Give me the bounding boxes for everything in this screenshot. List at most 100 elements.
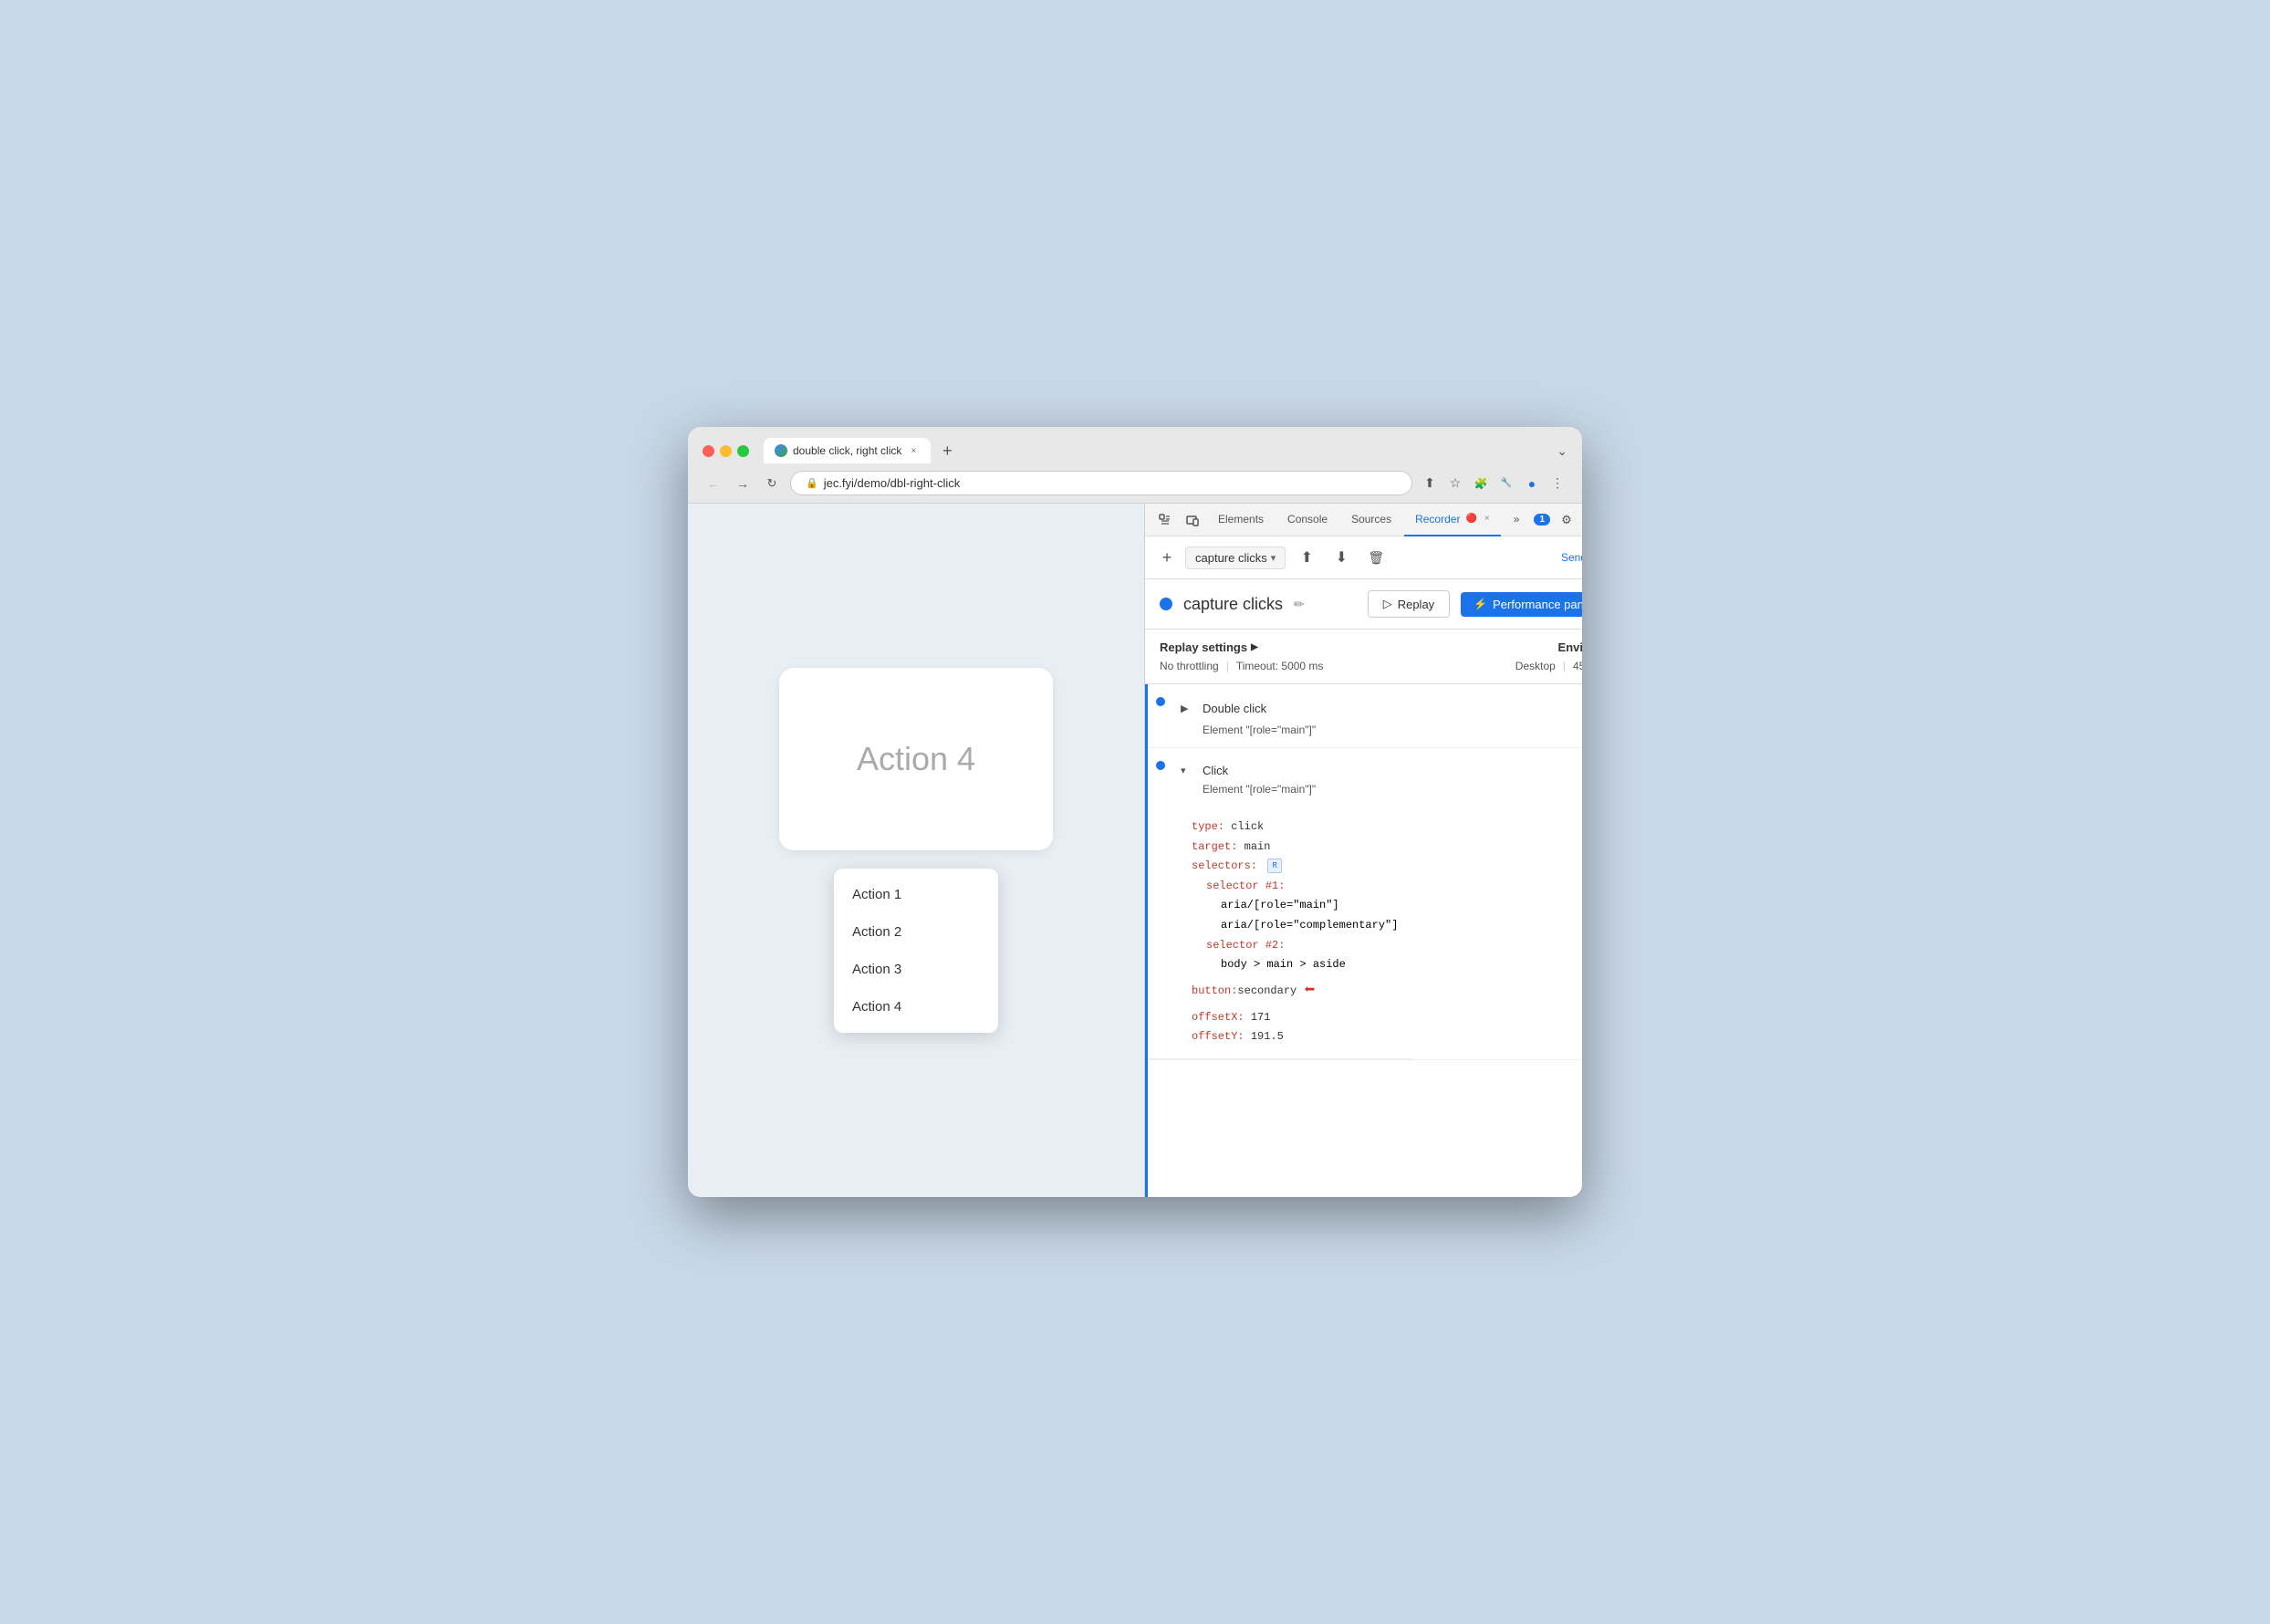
tab-elements[interactable]: Elements <box>1207 504 1275 536</box>
refresh-button[interactable]: ↻ <box>761 473 783 494</box>
settings-left: Replay settings ▶ No throttling | Timeou… <box>1160 640 1323 672</box>
settings-right: Environment Desktop | 458×566 px <box>1515 640 1582 672</box>
settings-area: Replay settings ▶ No throttling | Timeou… <box>1145 630 1582 684</box>
tab-console[interactable]: Console <box>1276 504 1338 536</box>
address-input[interactable]: 🔒 jec.fyi/demo/dbl-right-click <box>790 471 1412 495</box>
code-selector2-val1: body > main > aside <box>1192 955 1398 975</box>
menu-item-action1[interactable]: Action 1 <box>834 876 998 913</box>
recorder-toolbar: + capture clicks ▾ ⬆ ⬇ 🗑 Send feedback <box>1145 536 1582 579</box>
minimize-traffic-light[interactable] <box>720 445 732 457</box>
code-selector2-line: selector #2: <box>1192 936 1398 956</box>
element-picker-button[interactable] <box>1152 507 1178 533</box>
tab-more-button[interactable]: » <box>1503 504 1531 536</box>
recording-select[interactable]: capture clicks ▾ <box>1185 547 1286 569</box>
code-block: type: click target: main selectors: R <box>1148 807 1412 1059</box>
edit-recording-icon[interactable]: ✏ <box>1294 597 1305 612</box>
forward-button[interactable]: → <box>732 473 754 494</box>
step1-expand-icon[interactable]: ▶ <box>1181 703 1195 714</box>
forward-icon: → <box>736 476 749 491</box>
step-double-click: ▶ Double click ⋮ ⬅ Element "[role="main"… <box>1148 684 1582 748</box>
button-arrow-indicator: ⬅ <box>1304 975 1315 1008</box>
share-icon[interactable]: ⬆ <box>1420 474 1440 494</box>
code-selector1-key: selector #1: <box>1206 880 1285 892</box>
step1-subtitle: Element "[role="main"]" <box>1181 724 1582 736</box>
tab-sources[interactable]: Sources <box>1340 504 1402 536</box>
replay-settings-text: Replay settings <box>1160 640 1247 654</box>
action4-label: Action 4 <box>857 740 975 778</box>
step1-dot <box>1156 697 1165 706</box>
code-selector1-val1: aria/[role="main"] <box>1192 896 1398 916</box>
recording-title: capture clicks <box>1183 595 1283 614</box>
back-button[interactable]: ← <box>703 473 724 494</box>
code-offsety-line: offsetY: 191.5 <box>1192 1027 1398 1047</box>
import-button[interactable]: ⬇ <box>1328 544 1355 571</box>
add-icon: + <box>1162 548 1172 567</box>
menu-item-action4[interactable]: Action 4 <box>834 988 998 1025</box>
responsive-view-button[interactable] <box>1180 507 1205 533</box>
profile-icon[interactable]: ● <box>1522 474 1542 494</box>
maximize-traffic-light[interactable] <box>737 445 749 457</box>
performance-icon: ⚡ <box>1473 598 1487 610</box>
replay-settings-label[interactable]: Replay settings ▶ <box>1160 640 1323 654</box>
menu-item-action2[interactable]: Action 2 <box>834 913 998 951</box>
tab-bar: double click, right click × + <box>764 438 1549 463</box>
devtools-icon[interactable]: 🔧 <box>1496 474 1516 494</box>
step2-content: ▾ Click ⋮ Element "[role="main"]" <box>1173 748 1582 807</box>
active-tab[interactable]: double click, right click × <box>764 438 931 463</box>
back-icon: ← <box>707 476 720 491</box>
delete-button[interactable]: 🗑 <box>1362 544 1390 571</box>
new-tab-button[interactable]: + <box>934 438 960 463</box>
bookmark-icon[interactable]: ☆ <box>1445 474 1465 494</box>
performance-panel-label: Performance panel <box>1493 598 1582 611</box>
replay-button[interactable]: ▷ Replay <box>1368 590 1450 618</box>
menu-item-action3[interactable]: Action 3 <box>834 951 998 988</box>
code-offsetx-value: 171 <box>1251 1011 1271 1024</box>
tab-title: double click, right click <box>793 444 901 457</box>
devtools-settings-icon[interactable]: ⚙ <box>1554 507 1579 533</box>
step2-row: ▾ Click ⋮ Element "[role="main"]" <box>1148 748 1582 807</box>
console-badge: 1 <box>1534 514 1550 526</box>
action4-card: Action 4 <box>779 668 1053 850</box>
recording-select-label: capture clicks <box>1195 551 1267 565</box>
step1-menu-button[interactable]: ⋮ <box>1576 698 1582 720</box>
close-traffic-light[interactable] <box>703 445 714 457</box>
code-button-key: button: <box>1192 982 1237 1002</box>
send-feedback-link[interactable]: Send feedback <box>1561 551 1582 564</box>
performance-panel-group: ⚡ Performance panel ▾ <box>1461 592 1582 617</box>
url-text: jec.fyi/demo/dbl-right-click <box>824 476 961 490</box>
step2-header: ▾ Click ⋮ <box>1181 759 1582 781</box>
settings-separator: | <box>1226 660 1229 672</box>
dropdown-arrow-icon: ▾ <box>1271 552 1276 564</box>
code-offsetx-line: offsetX: 171 <box>1192 1008 1398 1028</box>
tab-console-label: Console <box>1287 513 1328 526</box>
window-expand-icon: ⌄ <box>1557 443 1567 458</box>
step1-content: ▶ Double click ⋮ ⬅ Element "[role="main"… <box>1173 684 1582 747</box>
code-button-value: secondary <box>1237 982 1296 1002</box>
add-recording-button[interactable]: + <box>1156 547 1178 568</box>
tab-recorder-close[interactable]: × <box>1484 514 1490 524</box>
code-selectors-key: selectors: <box>1192 859 1257 872</box>
main-content: Action 4 Action 1 Action 2 Action 3 Acti… <box>688 504 1582 1197</box>
more-menu-icon[interactable]: ⋮ <box>1547 474 1567 494</box>
code-target-line: target: main <box>1192 838 1398 858</box>
tab-close-button[interactable]: × <box>907 444 920 457</box>
code-offsetx-key: offsetX: <box>1192 1011 1244 1024</box>
step1-header: ▶ Double click ⋮ ⬅ <box>1181 695 1582 722</box>
step2-dot <box>1156 761 1165 770</box>
window-controls: ⌄ <box>1557 443 1567 459</box>
settings-expand-icon: ▶ <box>1251 642 1258 652</box>
replay-play-icon: ▷ <box>1383 597 1392 611</box>
performance-panel-button[interactable]: ⚡ Performance panel <box>1461 592 1582 617</box>
code-selector1-val2: aria/[role="complementary"] <box>1192 916 1398 936</box>
puzzle-icon[interactable]: 🧩 <box>1471 474 1491 494</box>
step2-expand-icon[interactable]: ▾ <box>1181 765 1195 776</box>
settings-values: No throttling | Timeout: 5000 ms <box>1160 660 1323 672</box>
devtools-tab-more: » 1 ⚙ ⋮ × <box>1503 504 1582 536</box>
desktop-text: Desktop <box>1515 660 1556 672</box>
browser-window: double click, right click × + ⌄ ← → ↻ 🔒 … <box>688 427 1582 1197</box>
tab-recorder[interactable]: Recorder 🔴 × <box>1404 504 1501 536</box>
page-content: Action 4 Action 1 Action 2 Action 3 Acti… <box>688 504 1144 1197</box>
export-button[interactable]: ⬆ <box>1293 544 1320 571</box>
recording-header: capture clicks ✏ ▷ Replay ⚡ Performance … <box>1145 579 1582 630</box>
step1-title: Double click <box>1203 702 1266 715</box>
